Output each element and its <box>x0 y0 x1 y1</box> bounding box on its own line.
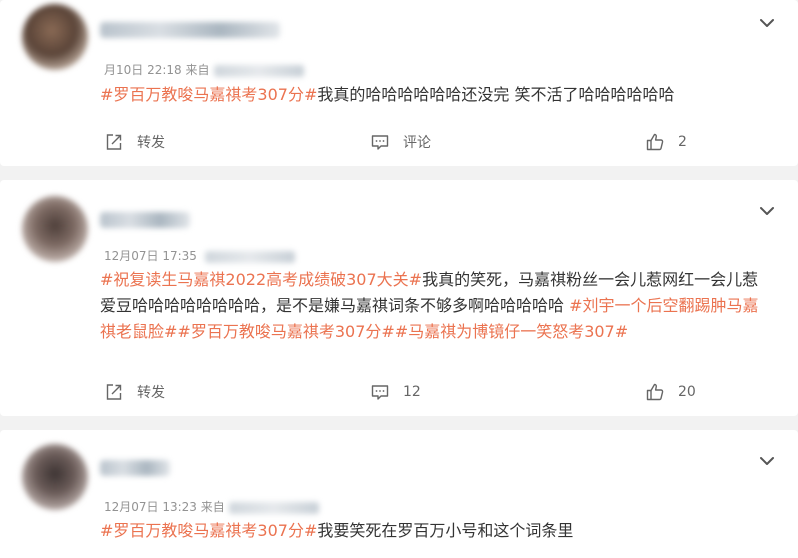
comment-count: 12 <box>403 384 421 400</box>
username-blurred[interactable] <box>100 22 280 38</box>
like-count: 20 <box>678 384 696 400</box>
avatar[interactable] <box>22 4 88 70</box>
post-source-label: 来自 <box>200 500 225 514</box>
comment-icon <box>371 385 389 400</box>
avatar[interactable] <box>22 196 88 262</box>
post-meta: 12月07日 13:23 来自 <box>104 498 319 515</box>
post-source-label: 来自 <box>185 63 210 77</box>
post-text: #罗百万教唆马嘉祺考307分#我要笑死在罗百万小号和这个词条里 <box>100 518 770 544</box>
share-icon <box>106 134 122 150</box>
hashtag-link[interactable]: #罗百万教唆马嘉祺考307分# <box>177 322 394 341</box>
post-meta: 月10日 22:18 来自 <box>104 61 304 78</box>
repost-label: 转发 <box>137 135 165 151</box>
post-time[interactable]: 月10日 22:18 <box>104 63 182 77</box>
post-source-blurred <box>204 250 295 263</box>
repost-button[interactable]: 转发 <box>104 130 165 154</box>
thumbs-up-icon <box>646 383 664 401</box>
share-icon <box>106 384 122 400</box>
hashtag-link[interactable]: #罗百万教唆马嘉祺考307分# <box>100 521 317 540</box>
post-text: #罗百万教唆马嘉祺考307分#我真的哈哈哈哈哈哈还没完 笑不活了哈哈哈哈哈哈 <box>100 82 770 108</box>
comment-button[interactable]: 12 <box>370 380 421 404</box>
weibo-feed: 月10日 22:18 来自 #罗百万教唆马嘉祺考307分#我真的哈哈哈哈哈哈还没… <box>0 0 798 558</box>
post-source-blurred <box>213 64 304 77</box>
thumbs-up-icon <box>646 133 664 151</box>
comment-button[interactable]: 评论 <box>370 130 431 154</box>
post-actions: 转发 12 20 <box>0 380 798 404</box>
post-body-text: 我真的哈哈哈哈哈哈还没完 笑不活了哈哈哈哈哈哈 <box>317 85 675 104</box>
comment-icon <box>371 135 389 150</box>
hashtag-link[interactable]: #罗百万教唆马嘉祺考307分# <box>100 85 317 104</box>
post-time[interactable]: 12月07日 17:35 <box>104 249 197 263</box>
repost-label: 转发 <box>137 385 165 401</box>
comment-label: 评论 <box>403 135 431 151</box>
post-actions: 转发 评论 2 <box>0 130 798 154</box>
post-text: #祝复读生马嘉祺2022高考成绩破307大关#我真的笑死，马嘉祺粉丝一会儿惹网红… <box>100 267 770 345</box>
post-card: 12月07日 17:35 #祝复读生马嘉祺2022高考成绩破307大关#我真的笑… <box>0 180 798 416</box>
username-blurred[interactable] <box>100 460 170 476</box>
username-blurred[interactable] <box>100 212 190 228</box>
like-button[interactable]: 2 <box>645 130 687 154</box>
post-meta: 12月07日 17:35 <box>104 247 295 264</box>
post-time[interactable]: 12月07日 13:23 <box>104 500 197 514</box>
post-card: 月10日 22:18 来自 #罗百万教唆马嘉祺考307分#我真的哈哈哈哈哈哈还没… <box>0 0 798 166</box>
repost-button[interactable]: 转发 <box>104 380 165 404</box>
post-body-text: 我要笑死在罗百万小号和这个词条里 <box>317 521 574 540</box>
chevron-down-icon[interactable] <box>758 14 776 32</box>
avatar[interactable] <box>22 444 88 510</box>
like-button[interactable]: 20 <box>645 380 696 404</box>
post-source-blurred <box>228 501 319 514</box>
like-count: 2 <box>678 134 687 150</box>
chevron-down-icon[interactable] <box>758 202 776 220</box>
hashtag-link[interactable]: #祝复读生马嘉祺2022高考成绩破307大关# <box>100 270 422 289</box>
chevron-down-icon[interactable] <box>758 452 776 470</box>
hashtag-link[interactable]: #马嘉祺为博镜仔一笑怒考307# <box>395 322 628 341</box>
post-card: 12月07日 13:23 来自 #罗百万教唆马嘉祺考307分#我要笑死在罗百万小… <box>0 430 798 558</box>
